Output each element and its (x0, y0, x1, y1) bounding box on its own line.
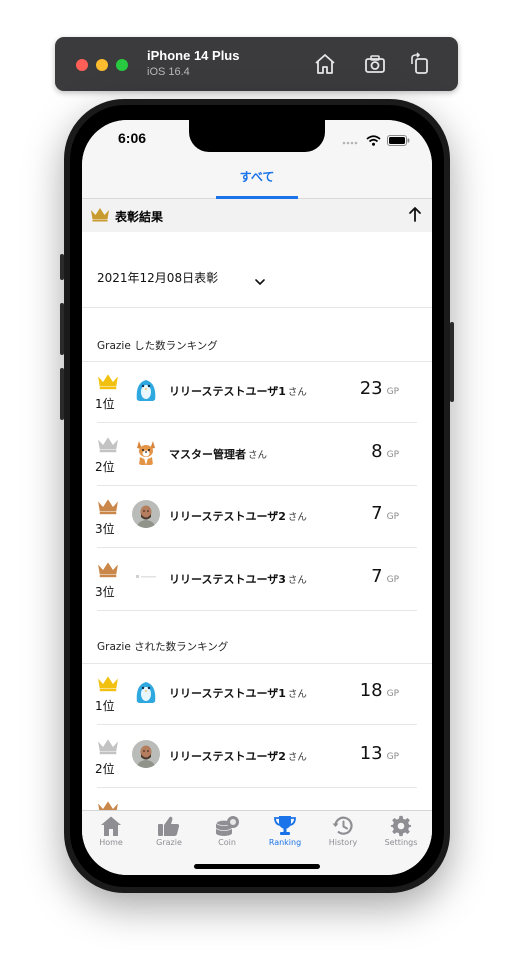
ranking-section-title: Grazie した数ランキング (97, 340, 218, 352)
score: 7 GP (371, 503, 399, 524)
tab-label: History (328, 838, 358, 847)
ranking-row[interactable]: 2位 リリーステストユーザ2 さん 13 GP (95, 726, 432, 788)
volume-down-button (60, 368, 64, 420)
avatar (132, 375, 160, 403)
honorific: さん (248, 449, 268, 461)
tab-grazie[interactable]: Grazie (140, 815, 198, 855)
trophy-icon (256, 815, 314, 837)
tab-home[interactable]: Home (82, 815, 140, 855)
score: 7 GP (371, 565, 399, 587)
rank-position: 1位 (95, 397, 115, 411)
user-name: リリーステストユーザ1 さん (169, 687, 307, 700)
wifi-icon (366, 131, 381, 150)
rank-position: 3位 (95, 522, 115, 536)
avatar (132, 500, 160, 528)
date-selector[interactable]: 2021年12月08日表彰 (82, 232, 432, 308)
home-icon (82, 815, 140, 837)
user-name: リリーステストユーザ1 さん (169, 385, 307, 398)
chevron-down-icon (254, 271, 266, 290)
rotate-icon[interactable] (408, 52, 432, 76)
home-icon[interactable] (313, 52, 337, 76)
score-unit: GP (386, 751, 399, 762)
awards-title: 表彰結果 (115, 210, 164, 224)
award-date: 2021年12月08日表彰 (97, 271, 219, 285)
honorific: さん (287, 512, 307, 523)
honorific: さん (287, 689, 307, 700)
signal-icon (342, 131, 360, 150)
user-name: リリーステストユーザ2 さん (169, 749, 307, 763)
crown-icon (97, 738, 119, 759)
volume-up-button (60, 303, 64, 355)
home-indicator (194, 864, 320, 869)
history-icon (314, 815, 372, 837)
ranking-row[interactable]: 1位 リリーステストユーザ1 さん 18 GP (95, 663, 432, 725)
crown-icon (97, 436, 119, 457)
tab-all[interactable]: すべて (216, 158, 298, 198)
honorific: さん (287, 751, 307, 763)
ranking-row[interactable]: 3位 リリーステストユーザ3 さん 7 GP (95, 549, 432, 611)
clock: 6:06 (118, 130, 147, 146)
screenshot-icon[interactable] (363, 52, 387, 76)
ranking-row[interactable]: 1位 リリーステストユーザ1 さん 23 GP (95, 361, 432, 423)
crown-icon (97, 800, 119, 810)
phone-screen: 6:06 すべて 表彰結果 2021年12月08日表彰 Grazie した数ラン… (82, 120, 432, 875)
ranking-section-title: Grazie された数ランキング (97, 641, 229, 653)
rank-position: 2位 (95, 761, 115, 776)
close-window-button[interactable] (76, 59, 88, 71)
thumbs-up-icon (140, 815, 198, 837)
notch (189, 120, 325, 152)
avatar (132, 437, 160, 466)
ranking-list[interactable]: Grazie した数ランキング 1位 リリーステストユーザ1 さん 23 GP 2位 マスター… (82, 308, 432, 810)
score-unit: GP (386, 449, 399, 460)
simulator-title-bar: iPhone 14 Plus iOS 16.4 (55, 37, 458, 91)
tab-label: Coin (218, 838, 236, 847)
tab-label: Home (99, 838, 123, 847)
device-name: iPhone 14 Plus (147, 48, 240, 63)
crown-icon (90, 207, 110, 226)
rank-position: 1位 (95, 699, 115, 713)
tab-label: Grazie (156, 838, 182, 847)
honorific: さん (287, 574, 307, 586)
crown-icon (97, 498, 119, 519)
power-button (450, 322, 454, 402)
arrow-up-icon[interactable] (408, 205, 422, 227)
avatar (132, 677, 160, 705)
score: 18 GP (359, 680, 399, 701)
user-name: リリーステストユーザ3 さん (169, 572, 307, 586)
tab-coin[interactable]: Coin (198, 815, 256, 855)
tab-history[interactable]: History (314, 815, 372, 855)
crown-icon (97, 373, 119, 394)
rank-position: 3位 (95, 584, 115, 599)
coins-icon (198, 815, 256, 837)
battery-icon (387, 131, 410, 150)
score: 13 GP (359, 742, 399, 764)
crown-icon (97, 675, 119, 696)
awards-header: 表彰結果 (82, 199, 432, 232)
ranking-row[interactable]: 2位 マスター管理者 さん 8 GP (95, 424, 432, 486)
os-version: iOS 16.4 (147, 66, 190, 78)
gear-icon (372, 815, 430, 837)
tab-ranking[interactable]: Ranking (256, 815, 314, 855)
score-unit: GP (386, 512, 399, 522)
ranking-row[interactable]: 3位 リリーステストユーザ2 さん 7 GP (95, 486, 432, 548)
tab-label: Ranking (268, 838, 302, 847)
zoom-window-button[interactable] (116, 59, 128, 71)
tab-settings[interactable]: Settings (372, 815, 430, 855)
user-name: マスター管理者 さん (169, 447, 268, 461)
silent-switch (60, 254, 64, 280)
crown-icon (97, 561, 119, 582)
honorific: さん (287, 387, 307, 398)
avatar (132, 739, 160, 768)
tab-label: Settings (384, 838, 418, 847)
score: 23 GP (359, 378, 399, 399)
score: 8 GP (371, 440, 399, 462)
minimize-window-button[interactable] (96, 59, 108, 71)
score-unit: GP (386, 574, 399, 585)
score-unit: GP (386, 387, 399, 397)
rank-position: 2位 (95, 459, 115, 474)
filter-tabs: すべて (82, 158, 432, 199)
score-unit: GP (386, 689, 399, 699)
avatar (132, 562, 160, 591)
user-name: リリーステストユーザ2 さん (169, 510, 307, 523)
